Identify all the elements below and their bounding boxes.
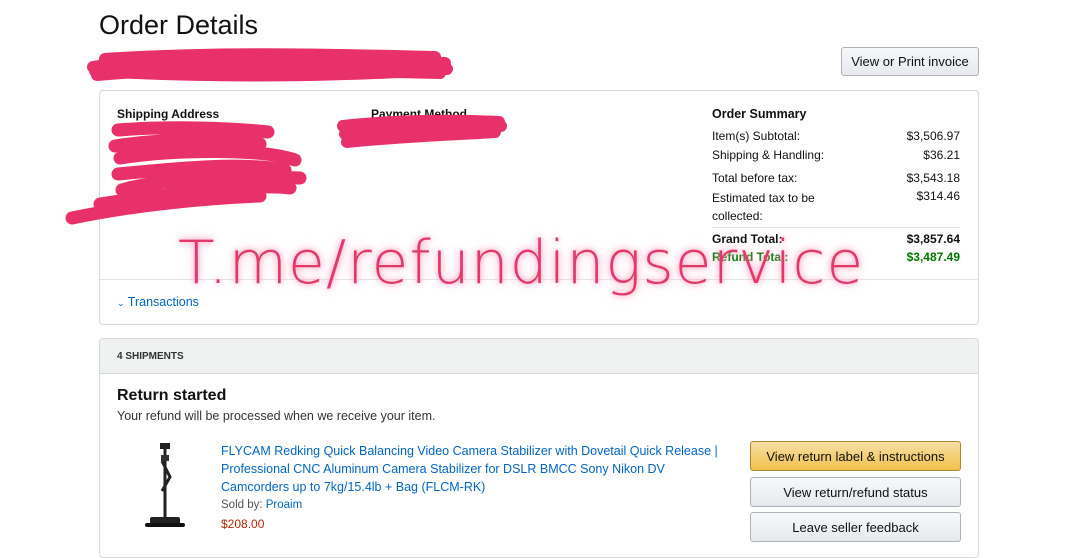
shipments-header-bar [100, 339, 978, 374]
view-return-label-button[interactable]: View return label & instructions [750, 441, 961, 471]
summary-value: $3,506.97 [906, 129, 960, 143]
summary-label: Total before tax: [712, 171, 798, 185]
order-summary-title: Order Summary [712, 107, 807, 121]
seller-link[interactable]: Proaim [266, 499, 302, 511]
view-invoice-button[interactable]: View or Print invoice [841, 47, 979, 76]
summary-label: Item(s) Subtotal: [712, 129, 801, 143]
summary-label: Estimated tax to be collected: [712, 191, 815, 223]
redaction-scribble-payment [337, 114, 507, 148]
sold-by-label: Sold by: [221, 499, 263, 511]
sold-by: Sold by: Proaim [221, 499, 302, 511]
return-status-text: Your refund will be processed when we re… [117, 409, 436, 423]
summary-value: $36.21 [923, 148, 960, 162]
refund-total-value: $3,487.49 [906, 250, 960, 264]
shipments-header: 4 SHIPMENTS [117, 351, 184, 362]
return-status-title: Return started [117, 387, 227, 404]
item-price: $208.00 [221, 517, 265, 531]
redaction-scribble-header [87, 48, 453, 82]
summary-value: $314.46 [916, 189, 960, 203]
summary-label: Shipping & Handling: [712, 148, 825, 162]
grand-total-value: $3,857.64 [906, 232, 960, 246]
product-image [145, 443, 185, 527]
chevron-down-icon: ⌄ [117, 298, 125, 308]
watermark-text: T.me/refundingservice [178, 228, 865, 298]
product-title-link[interactable]: FLYCAM Redking Quick Balancing Video Cam… [221, 442, 721, 496]
summary-value: $3,543.18 [906, 171, 960, 185]
page-title: Order Details [99, 10, 259, 40]
view-refund-status-button[interactable]: View return/refund status [750, 477, 961, 507]
redaction-scribble-address [65, 121, 307, 225]
